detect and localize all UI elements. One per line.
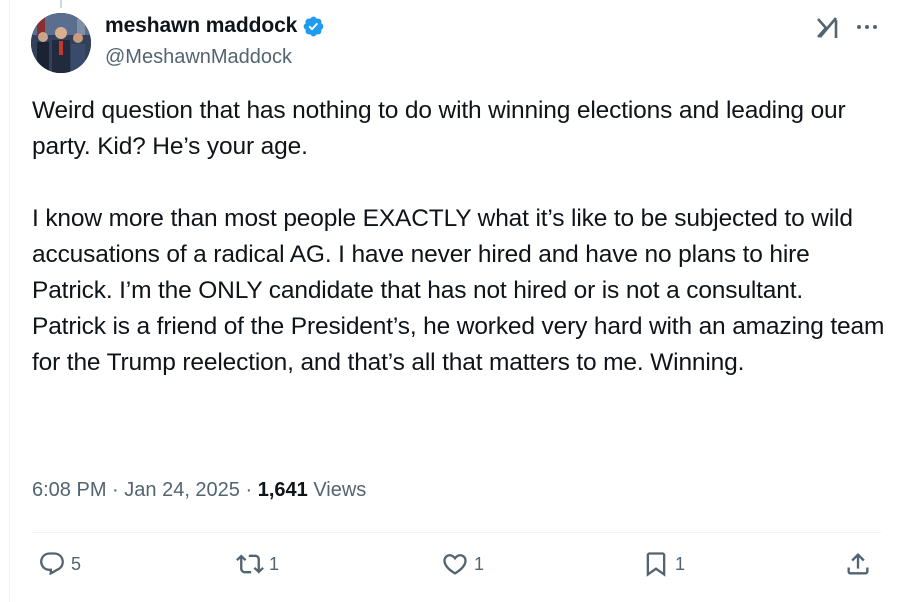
bookmark-button[interactable]: 1 xyxy=(642,550,685,578)
repost-icon xyxy=(236,554,264,574)
author-handle[interactable]: @MeshawnMaddock xyxy=(105,46,292,69)
thread-line xyxy=(60,0,62,8)
bookmark-count: 1 xyxy=(675,553,686,574)
meta-separator: · xyxy=(106,479,125,501)
views-label: Views xyxy=(307,479,367,501)
share-button[interactable] xyxy=(844,550,872,578)
repost-button[interactable]: 1 xyxy=(236,550,279,578)
share-icon xyxy=(847,553,869,575)
avatar[interactable] xyxy=(31,13,91,73)
more-icon xyxy=(857,25,877,29)
more-button[interactable] xyxy=(853,14,881,42)
tweet-meta: 6:08 PM · Jan 24, 2025 · 1,641 Views xyxy=(32,479,366,502)
reply-count: 5 xyxy=(71,553,82,574)
heart-icon xyxy=(443,554,467,575)
meta-separator-2: · xyxy=(239,479,258,501)
like-button[interactable]: 1 xyxy=(441,550,484,578)
views-count: 1,641 xyxy=(257,479,308,501)
tweet-time[interactable]: 6:08 PM xyxy=(32,479,106,502)
grok-icon xyxy=(817,17,838,38)
grok-button[interactable] xyxy=(814,14,842,42)
tweet-actions: 5 1 1 1 xyxy=(32,550,881,586)
left-border xyxy=(9,0,10,602)
author-display-name[interactable]: meshawn maddock xyxy=(105,14,297,38)
action-divider xyxy=(32,532,881,533)
verified-badge-icon xyxy=(303,16,324,36)
reply-button[interactable]: 5 xyxy=(38,550,81,578)
repost-count: 1 xyxy=(269,553,280,574)
tweet-date[interactable]: Jan 24, 2025 xyxy=(124,479,240,502)
tweet-text: Weird question that has nothing to do wi… xyxy=(32,97,885,376)
avatar-image xyxy=(31,13,91,73)
like-count: 1 xyxy=(474,553,485,574)
reply-icon xyxy=(40,552,64,576)
author-name-row: meshawn maddock xyxy=(105,14,325,38)
bookmark-icon xyxy=(646,552,666,577)
